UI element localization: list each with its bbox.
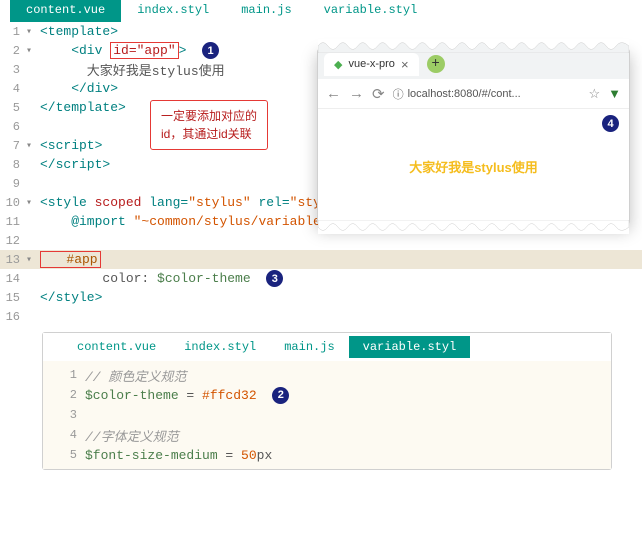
page-content: 大家好我是stylus使用 xyxy=(409,157,538,176)
badge-4: 4 xyxy=(602,115,619,132)
badge-1: 1 xyxy=(202,42,219,59)
main-tabs: content.vue index.styl main.js variable.… xyxy=(0,0,642,22)
sub-tab-main-js[interactable]: main.js xyxy=(270,336,348,358)
browser-tab-title: vue-x-pro xyxy=(348,58,394,70)
star-icon[interactable]: ☆ xyxy=(588,86,600,102)
tab-index-styl[interactable]: index.styl xyxy=(121,0,225,22)
browser-toolbar: ← → ⟳ ⓘ localhost:8080/#/cont... ☆ ▼ xyxy=(318,79,629,109)
sub-tab-index-styl[interactable]: index.styl xyxy=(170,336,270,358)
favicon-icon: ◆ xyxy=(334,58,342,71)
sub-code[interactable]: 1// 颜色定义规范 2$color-theme = #ffcd32 2 3 4… xyxy=(43,361,611,469)
new-tab-button[interactable]: + xyxy=(427,55,445,73)
browser-window: ◆ vue-x-pro × + ← → ⟳ ⓘ localhost:8080/#… xyxy=(317,48,630,225)
info-icon: ⓘ xyxy=(393,86,404,102)
callout-note: 一定要添加对应的 id，其通过id关联 xyxy=(150,100,268,150)
main-code[interactable]: 1▾<template> 2▾ <div id="app"> 1 3 大家好我是… xyxy=(0,22,642,326)
badge-2: 2 xyxy=(272,387,289,404)
highlight-selector-app: #app xyxy=(40,251,101,268)
sub-editor: content.vue index.styl main.js variable.… xyxy=(42,332,612,470)
close-icon[interactable]: × xyxy=(401,57,409,72)
main-editor: content.vue index.styl main.js variable.… xyxy=(0,0,642,326)
badge-3: 3 xyxy=(266,270,283,287)
shield-icon[interactable]: ▼ xyxy=(608,86,621,101)
back-icon[interactable]: ← xyxy=(326,85,341,102)
sub-tab-variable-styl[interactable]: variable.styl xyxy=(349,336,471,358)
tab-content-vue[interactable]: content.vue xyxy=(10,0,121,22)
tab-variable-styl[interactable]: variable.styl xyxy=(308,0,434,22)
browser-tabbar: ◆ vue-x-pro × + xyxy=(318,49,629,79)
sub-tabs: content.vue index.styl main.js variable.… xyxy=(43,333,611,361)
sub-tab-content-vue[interactable]: content.vue xyxy=(63,336,170,358)
highlight-id-app: id="app" xyxy=(110,42,178,59)
forward-icon[interactable]: → xyxy=(349,85,364,102)
browser-tab[interactable]: ◆ vue-x-pro × xyxy=(324,53,419,76)
reload-icon[interactable]: ⟳ xyxy=(372,85,385,103)
url-text: localhost:8080/#/cont... xyxy=(408,88,521,100)
tab-main-js[interactable]: main.js xyxy=(225,0,307,22)
url-bar[interactable]: ⓘ localhost:8080/#/cont... xyxy=(393,86,581,102)
browser-viewport: 4 大家好我是stylus使用 xyxy=(318,109,629,224)
